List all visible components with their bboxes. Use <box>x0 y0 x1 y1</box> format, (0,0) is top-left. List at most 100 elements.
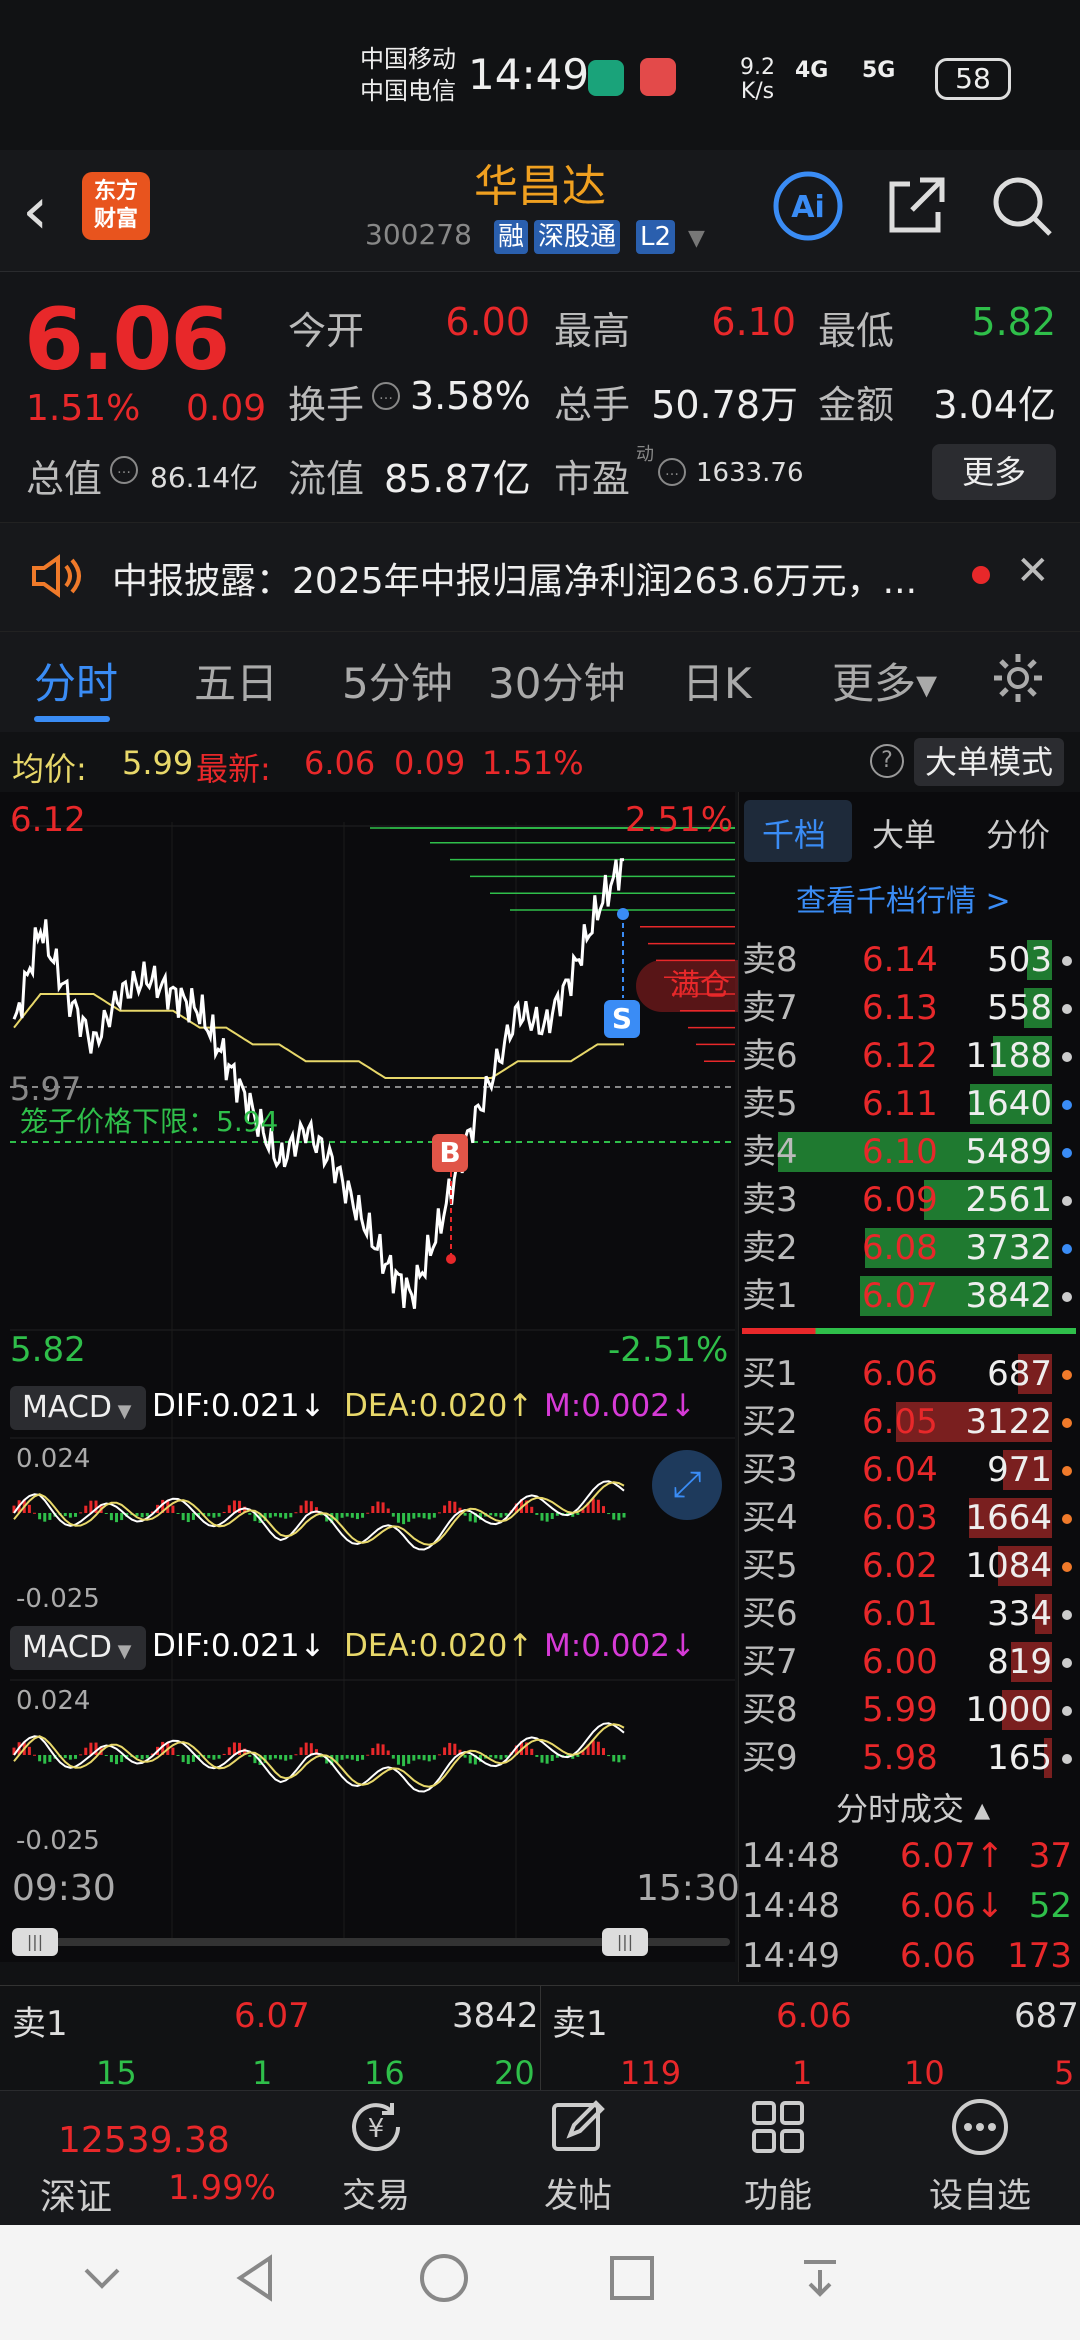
macd-bar <box>453 1743 457 1755</box>
macd-bar <box>109 1755 113 1763</box>
tab-30min[interactable]: 30分钟 <box>488 650 625 711</box>
low-label: 最低 <box>818 309 895 353</box>
ask-row-3[interactable]: 卖6 6.12 1188 <box>742 1032 1072 1080</box>
chevron-down-icon: ▼ <box>111 1401 132 1422</box>
current-price: 6.06 <box>24 290 230 390</box>
bid-row-1[interactable]: 买1 6.06 687 <box>742 1350 1072 1398</box>
macd-bar <box>74 1755 78 1759</box>
level-label: 买1 <box>742 1354 798 1394</box>
depth-link[interactable]: 查看千档行情 > <box>796 876 1011 920</box>
bid-row-4[interactable]: 买4 6.03 1664 <box>742 1494 1072 1542</box>
nav-function[interactable]: 功能 <box>698 2095 858 2217</box>
macd-bar <box>33 1754 37 1756</box>
trade-volume: 52 <box>1028 1886 1072 1926</box>
tab-depth[interactable]: 千档 <box>762 810 826 856</box>
trades-title[interactable]: 分时成交 ▴ <box>836 1784 990 1830</box>
ai-icon[interactable]: Ai <box>772 170 844 242</box>
ask-row-6[interactable]: 卖3 6.09 2561 <box>742 1176 1072 1224</box>
stock-code: 300278 <box>365 218 472 251</box>
index-name[interactable]: 深证 <box>40 2168 112 2220</box>
macd-bar <box>279 1513 283 1518</box>
order-dot <box>1062 1196 1072 1206</box>
tab-daily-k[interactable]: 日K <box>682 650 752 711</box>
level-label: 买6 <box>742 1594 798 1634</box>
macd-bar <box>596 1741 600 1755</box>
close-icon[interactable]: ✕ <box>1016 548 1050 594</box>
tab-big-order[interactable]: 大单 <box>872 810 936 856</box>
macd-selector-2[interactable]: MACD ▼ <box>10 1626 146 1670</box>
ask-row-5[interactable]: 卖4 6.10 5489 <box>742 1128 1072 1176</box>
macd-bar <box>499 1513 503 1518</box>
more-button[interactable]: 更多 <box>932 444 1056 500</box>
trade-volume: 173 <box>1007 1936 1072 1976</box>
tab-5day[interactable]: 五日 <box>194 650 278 711</box>
macd-bar <box>120 1755 124 1763</box>
tab-5min[interactable]: 5分钟 <box>342 650 453 711</box>
index-value[interactable]: 12539.38 <box>58 2120 230 2161</box>
macd-bar <box>84 1505 88 1513</box>
back-triangle-icon[interactable] <box>226 2248 286 2308</box>
home-circle-icon[interactable] <box>414 2248 474 2308</box>
tab-more[interactable]: 更多▾ <box>832 650 937 711</box>
bid-row-7[interactable]: 买7 6.00 819 <box>742 1638 1072 1686</box>
level-price: 6.11 <box>862 1084 938 1124</box>
macd-bar <box>89 1500 93 1513</box>
ask-row-7[interactable]: 卖2 6.08 3732 <box>742 1224 1072 1272</box>
info-icon[interactable]: … <box>658 458 686 486</box>
macd-bar <box>289 1513 293 1518</box>
gear-icon[interactable] <box>990 650 1046 706</box>
macd-bar <box>617 1755 621 1763</box>
cage-limit-label: 笼子价格下限：5.94 <box>20 1105 279 1138</box>
chevron-down-icon[interactable]: ▼ <box>688 226 705 251</box>
bid-row-2[interactable]: 买2 6.05 3122 <box>742 1398 1072 1446</box>
edit-icon <box>552 2100 605 2151</box>
ask-row-4[interactable]: 卖5 6.11 1640 <box>742 1080 1072 1128</box>
macd-bar <box>268 1755 272 1760</box>
tab-intraday[interactable]: 分时 <box>34 650 118 711</box>
info-icon[interactable]: … <box>110 456 138 484</box>
bid-row-8[interactable]: 买8 5.99 1000 <box>742 1686 1072 1734</box>
tab-price-dist[interactable]: 分价 <box>986 810 1050 856</box>
macd-dif-line <box>13 1722 625 1793</box>
latest-percent: 1.51% <box>482 744 584 782</box>
download-icon[interactable] <box>790 2248 850 2308</box>
queue-num: 20 <box>494 2054 535 2092</box>
macd-bar <box>176 1513 180 1514</box>
full-position-badge[interactable]: 满仓 <box>636 960 746 1012</box>
recents-square-icon[interactable] <box>602 2248 662 2308</box>
ask-row-1[interactable]: 卖8 6.14 503 <box>742 936 1072 984</box>
expand-icon[interactable]: ⤢ <box>652 1450 722 1520</box>
range-handle-left[interactable]: ||| <box>12 1928 58 1956</box>
nav-add-watchlist[interactable]: 设自选 <box>900 2095 1060 2217</box>
svg-text:¥: ¥ <box>368 2114 385 2144</box>
info-icon[interactable]: … <box>372 382 400 410</box>
order-dot <box>1062 1610 1072 1620</box>
ask-row-2[interactable]: 卖7 6.13 558 <box>742 984 1072 1032</box>
help-icon[interactable]: ? <box>870 744 904 778</box>
ask-row-8[interactable]: 卖1 6.07 3842 <box>742 1272 1072 1320</box>
order-dot <box>1062 1754 1072 1764</box>
chevron-down-icon[interactable] <box>72 2248 132 2308</box>
range-handle-right[interactable]: ||| <box>602 1928 648 1956</box>
macd-dea: DEA:0.020↑ <box>344 1388 534 1424</box>
nav-trade-label: 交易 <box>342 2176 410 2216</box>
macd-bar <box>27 1746 31 1755</box>
big-order-mode-button[interactable]: 大单模式 <box>914 738 1064 786</box>
macd-bar <box>222 1753 226 1755</box>
bid-row-6[interactable]: 买6 6.01 334 <box>742 1590 1072 1638</box>
buy-marker[interactable]: B <box>432 1134 468 1172</box>
nav-post[interactable]: 发帖 <box>498 2095 658 2217</box>
macd-bar <box>576 1513 580 1515</box>
axis-pct-bottom: -2.51% <box>608 1330 729 1370</box>
nav-trade[interactable]: ¥ 交易 <box>296 2095 456 2217</box>
macd-selector[interactable]: MACD ▼ <box>10 1386 146 1430</box>
notice-text[interactable]: 中报披露：2025年中报归属净利润263.6万元，... <box>112 552 952 604</box>
bid-row-9[interactable]: 买9 5.98 165 <box>742 1734 1072 1782</box>
share-icon[interactable] <box>880 170 952 242</box>
search-icon[interactable] <box>986 170 1058 242</box>
macd-dif-line <box>13 1480 625 1551</box>
index-percent[interactable]: 1.99% <box>168 2168 276 2208</box>
bid-row-5[interactable]: 买5 6.02 1084 <box>742 1542 1072 1590</box>
bid-row-3[interactable]: 买3 6.04 971 <box>742 1446 1072 1494</box>
sell-marker[interactable]: S <box>604 1000 640 1038</box>
